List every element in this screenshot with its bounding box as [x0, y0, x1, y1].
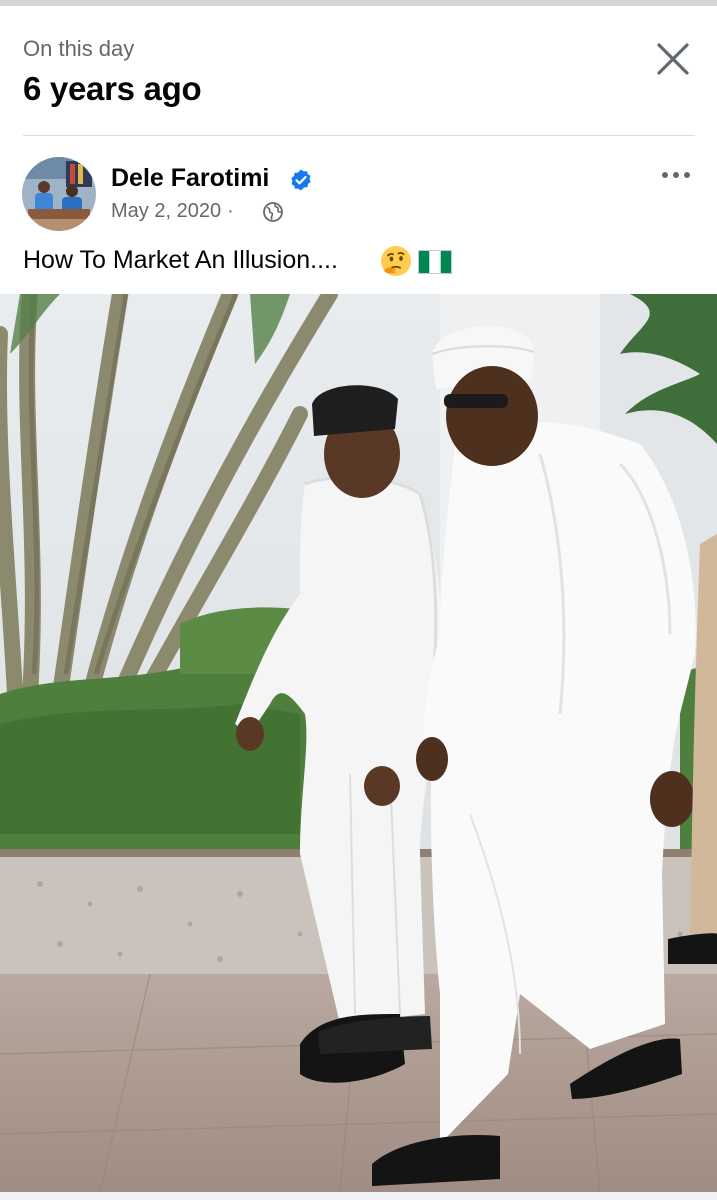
header-title: 6 years ago — [23, 70, 202, 107]
post-date[interactable]: May 2, 2020 — [111, 200, 221, 222]
more-options-button[interactable] — [656, 162, 696, 188]
verified-badge-icon — [291, 169, 311, 191]
post-header: Dele Farotimi May 2, 2020 · — [0, 150, 717, 240]
bottom-edge — [0, 1192, 717, 1200]
meta-separator: · — [227, 200, 234, 222]
globe-icon — [263, 202, 283, 222]
close-button[interactable] — [650, 36, 696, 82]
author-name[interactable]: Dele Farotimi — [111, 164, 269, 193]
more-horizontal-icon — [662, 172, 690, 178]
thinking-face-emoji — [381, 246, 411, 276]
avatar[interactable] — [22, 157, 96, 231]
nigeria-flag-emoji — [418, 250, 452, 274]
close-icon — [657, 43, 689, 75]
header-divider — [23, 135, 695, 136]
post-meta: May 2, 2020 · — [111, 200, 240, 223]
memories-header: On this day 6 years ago — [0, 6, 717, 136]
post-photo[interactable] — [0, 294, 717, 1192]
post-caption: How To Market An Illusion.... — [23, 246, 338, 274]
header-subtitle: On this day — [23, 36, 135, 61]
